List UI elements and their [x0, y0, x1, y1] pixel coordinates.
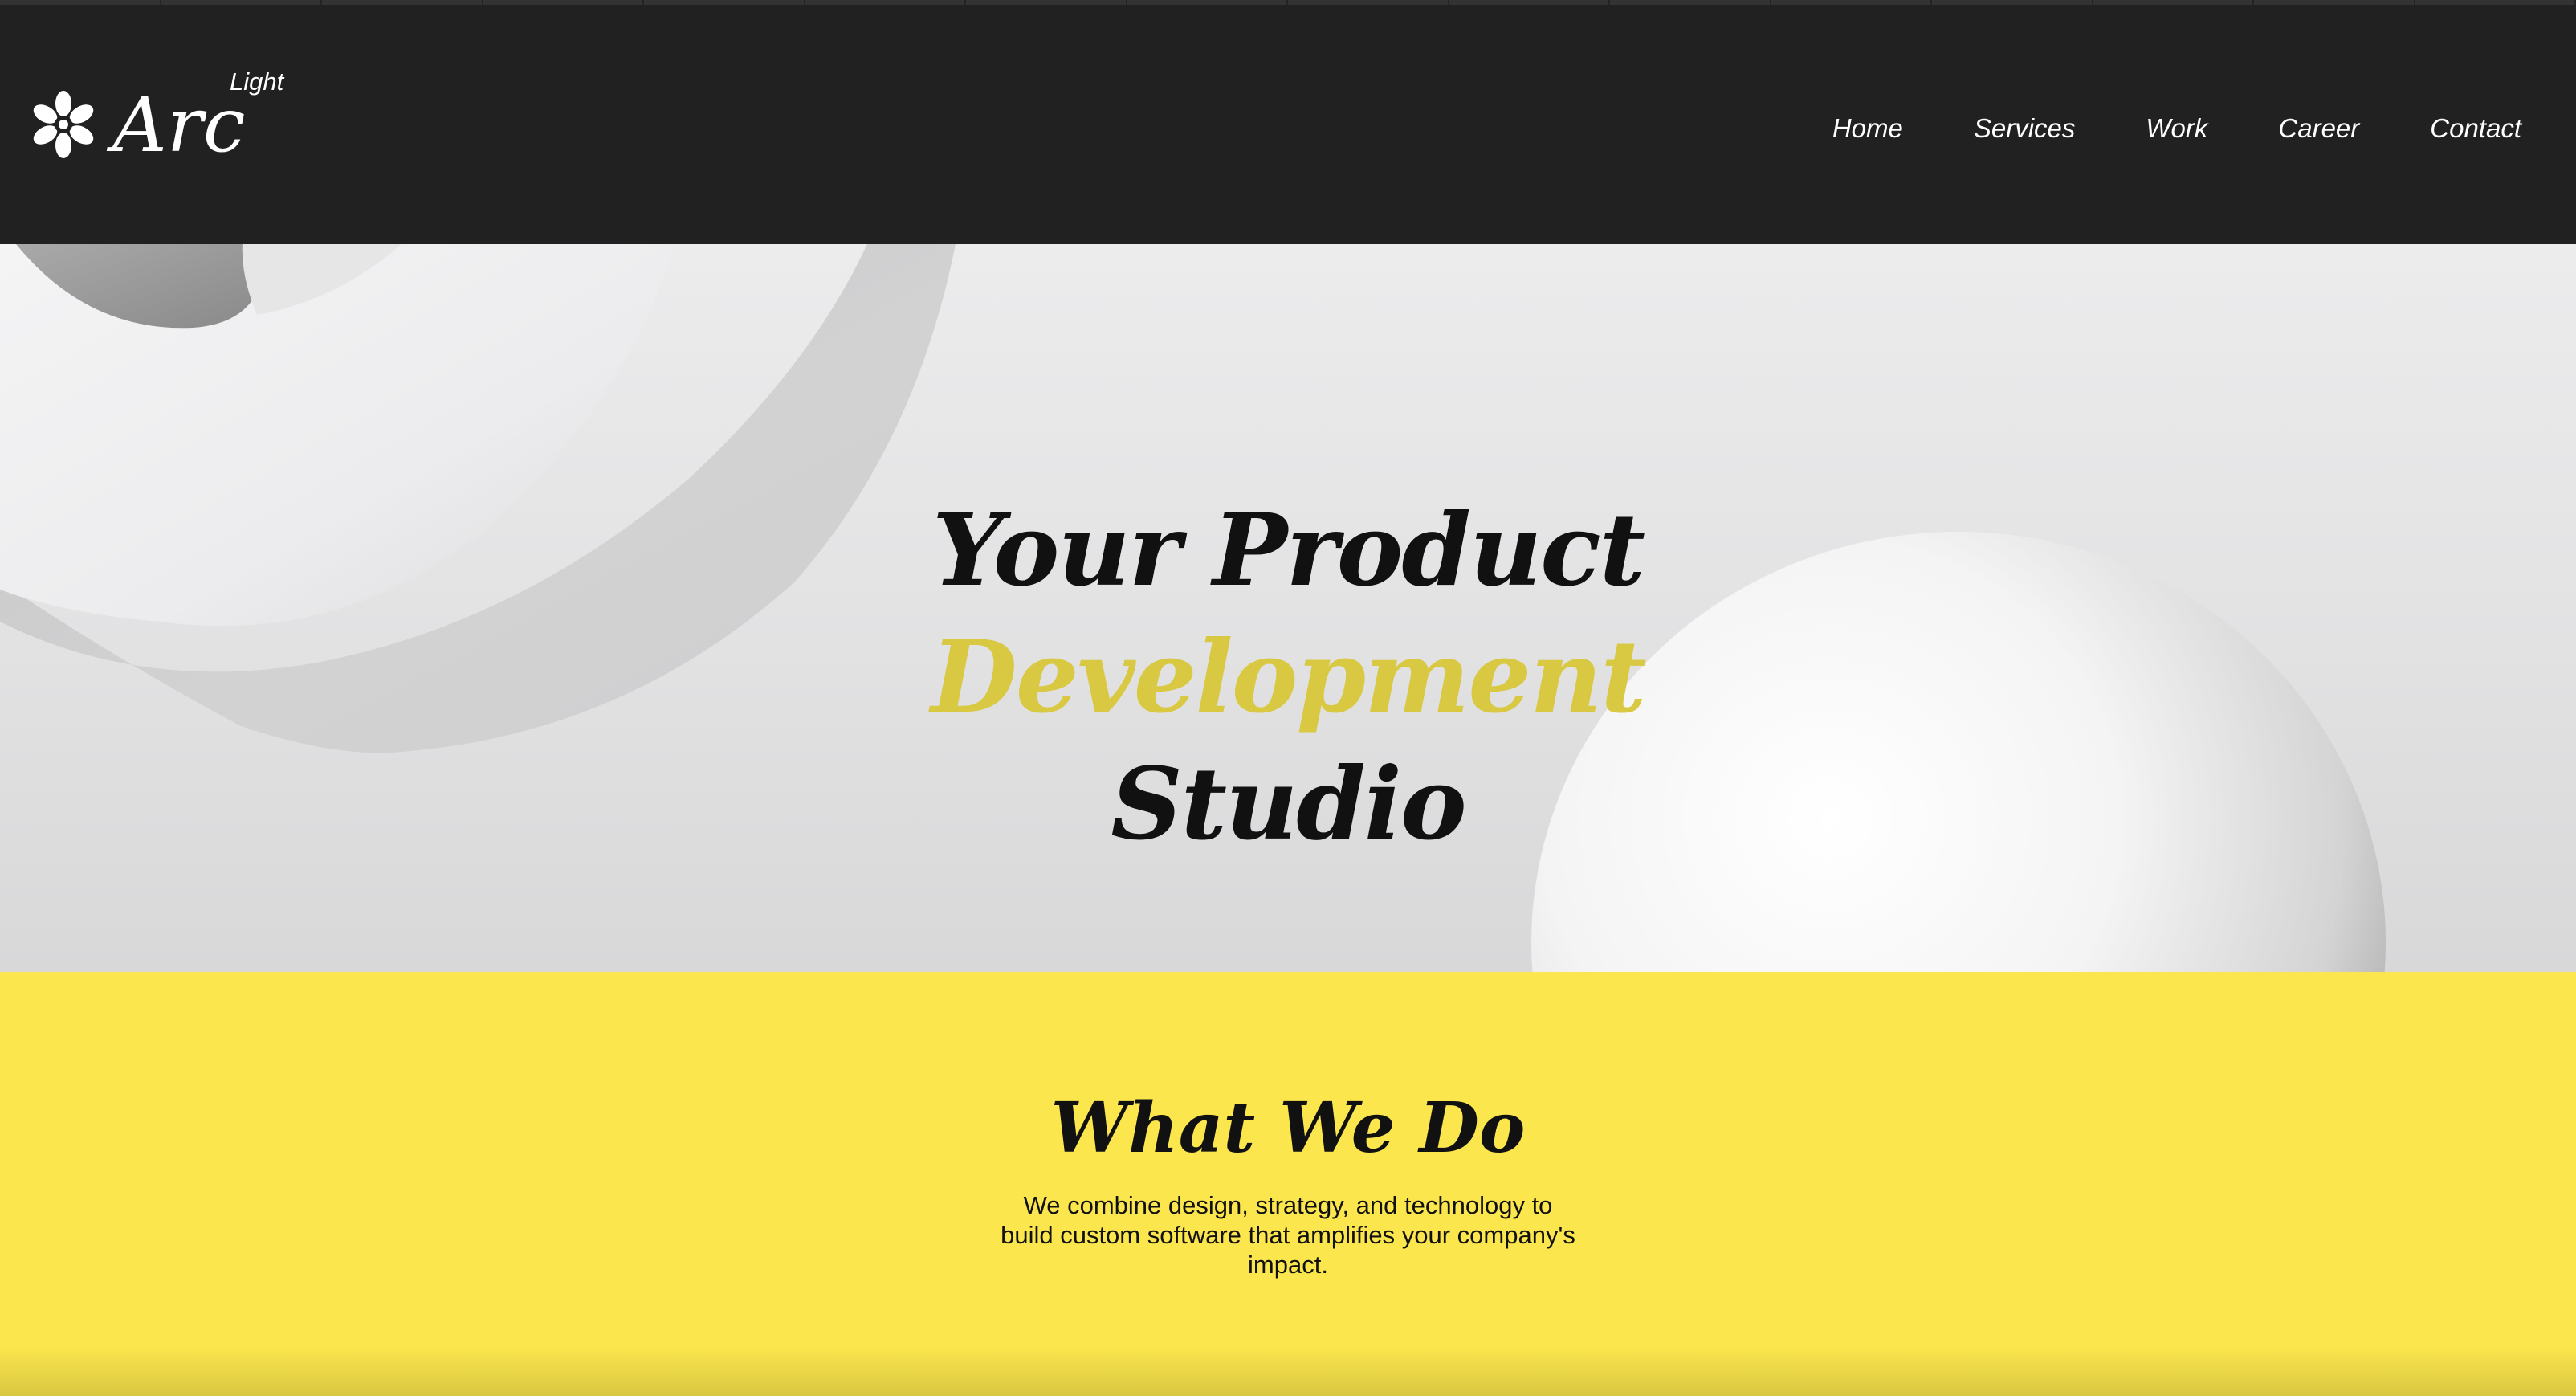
main-nav: Home Services Work Career Contact — [1762, 104, 2521, 153]
logo-tagline: Light — [230, 67, 284, 96]
page: Arc Light Home Services Work Career Cont… — [0, 0, 2576, 1396]
nav-link-work[interactable]: Work — [2146, 104, 2207, 153]
what-we-do-description: We combine design, strategy, and technol… — [1001, 1191, 1575, 1279]
site-header: Arc Light Home Services Work Career Cont… — [0, 5, 2576, 244]
hero-headline-accent: Development — [931, 619, 1646, 737]
logo-wordmark: Arc — [112, 82, 246, 169]
section-bottom-shadow — [0, 1348, 2576, 1396]
nav-link-services[interactable]: Services — [1974, 104, 2076, 153]
nav-link-home[interactable]: Home — [1832, 104, 1903, 153]
hero-headline: Your Product Development Studio — [0, 488, 2576, 868]
nav-link-career[interactable]: Career — [2278, 104, 2359, 153]
hero-headline-line-3: Studio — [1111, 746, 1467, 863]
hero-headline-line-1: Your Product — [931, 492, 1645, 610]
what-we-do-section: What We Do We combine design, strategy, … — [0, 972, 2576, 1396]
hero-section: Your Product Development Studio — [0, 244, 2576, 972]
nav-link-contact[interactable]: Contact — [2430, 104, 2521, 153]
what-we-do-title: What We Do — [1050, 1088, 1526, 1169]
logo[interactable]: Arc Light — [29, 67, 294, 170]
flower-asterisk-icon — [33, 91, 94, 158]
